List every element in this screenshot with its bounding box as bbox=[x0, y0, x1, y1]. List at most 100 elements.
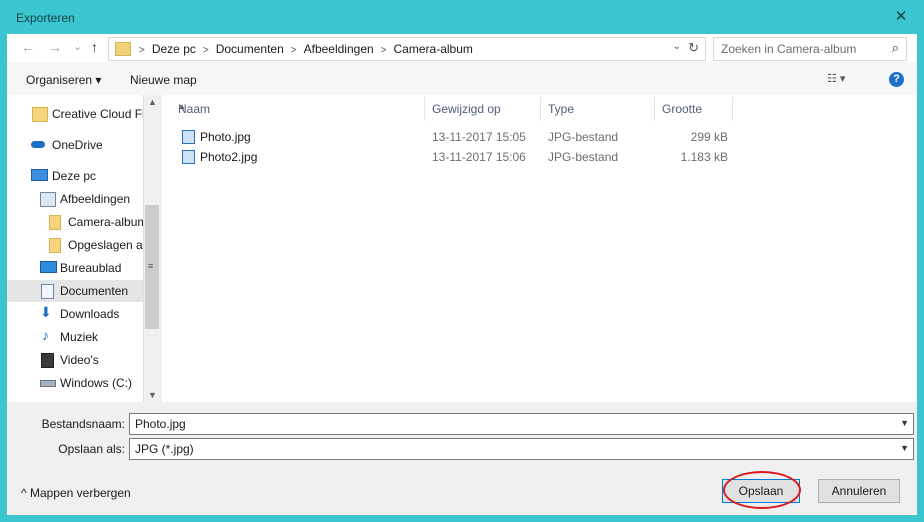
nav-item-label: Creative Cloud Fil bbox=[52, 107, 143, 121]
creative-cloud-icon bbox=[32, 107, 48, 122]
nav-item-creative-cloud[interactable]: Creative Cloud Fil bbox=[7, 103, 143, 125]
chevron-down-icon[interactable]: ▼ bbox=[900, 418, 909, 428]
image-file-icon bbox=[182, 150, 195, 164]
forward-icon[interactable]: → bbox=[48, 39, 62, 55]
folder-icon bbox=[49, 215, 61, 230]
sort-ascending-icon: ▲ bbox=[178, 102, 186, 111]
file-size: 1.183 kB bbox=[680, 150, 728, 164]
nav-item-documents[interactable]: Documenten bbox=[7, 280, 143, 302]
file-type: JPG-bestand bbox=[548, 130, 619, 144]
nav-item-label: Windows (C:) bbox=[60, 376, 133, 390]
nav-item-pictures[interactable]: Afbeeldingen bbox=[7, 188, 143, 210]
breadcrumb-separator-icon: > bbox=[139, 45, 145, 56]
search-placeholder: Zoeken in Camera-album bbox=[721, 42, 857, 56]
file-modified: 13-11-2017 15:06 bbox=[432, 150, 526, 164]
nav-item-onedrive[interactable]: OneDrive bbox=[7, 134, 143, 156]
file-modified: 13-11-2017 15:05 bbox=[432, 130, 526, 144]
file-size: 299 kB bbox=[690, 130, 728, 144]
filename-value: Photo.jpg bbox=[135, 417, 186, 431]
nav-item-saved-pictures[interactable]: Opgeslagen afl bbox=[7, 234, 143, 256]
chevron-down-icon[interactable]: ▼ bbox=[900, 443, 909, 453]
scrollbar-thumb[interactable]: ≡ bbox=[145, 205, 159, 329]
recent-locations-icon[interactable]: ⌄ bbox=[73, 40, 82, 53]
file-list: Naam ▲ Gewijzigd op Type Grootte Photo.j… bbox=[162, 95, 917, 402]
back-icon[interactable]: ← bbox=[21, 39, 35, 55]
breadcrumb-item[interactable]: Afbeeldingen bbox=[304, 42, 374, 56]
nav-item-desktop[interactable]: Bureaublad bbox=[7, 257, 143, 279]
nav-item-this-pc[interactable]: Deze pc bbox=[7, 165, 143, 187]
breadcrumb-item[interactable]: Deze pc bbox=[152, 42, 196, 56]
downloads-icon: ⬇ bbox=[40, 304, 52, 320]
search-icon: ⌕ bbox=[891, 40, 899, 55]
up-folder-icon[interactable]: ↑ bbox=[91, 39, 98, 55]
column-header-type[interactable]: Type bbox=[540, 97, 655, 121]
file-row[interactable]: Photo2.jpg 13-11-2017 15:06 JPG-bestand … bbox=[176, 147, 736, 167]
breadcrumb-item[interactable]: Camera-album bbox=[394, 42, 473, 56]
view-options-icon[interactable]: ☷ ▾ bbox=[827, 72, 845, 85]
breadcrumb-separator-icon[interactable]: > bbox=[381, 45, 387, 56]
nav-item-label: Deze pc bbox=[52, 169, 97, 183]
scroll-up-icon[interactable]: ▲ bbox=[148, 97, 157, 107]
music-icon: ♪ bbox=[42, 327, 49, 343]
breadcrumb: > Deze pc > Documenten > Afbeeldingen > Camera-… bbox=[139, 42, 473, 56]
documents-icon bbox=[41, 284, 54, 299]
nav-item-label: Bureaublad bbox=[60, 261, 122, 275]
nav-item-label: Downloads bbox=[60, 307, 120, 321]
column-header-label: Type bbox=[548, 102, 575, 116]
save-type-label: Opslaan als: bbox=[58, 442, 125, 456]
command-bar: Organiseren ▾ Nieuwe map ☷ ▾ ? bbox=[7, 62, 917, 95]
dialog-body: ← → ⌄ ↑ > Deze pc > Documenten > Afbeeldingen… bbox=[7, 34, 917, 515]
folder-icon bbox=[49, 238, 61, 253]
file-type: JPG-bestand bbox=[548, 150, 619, 164]
navigation-pane: Creative Cloud Fil OneDrive Deze pc Afbe… bbox=[7, 95, 161, 402]
onedrive-icon bbox=[31, 141, 45, 148]
new-folder-button[interactable]: Nieuwe map bbox=[130, 73, 197, 87]
refresh-icon[interactable]: ↻ bbox=[688, 40, 699, 56]
file-name: Photo2.jpg bbox=[200, 150, 258, 164]
organize-button[interactable]: Organiseren ▾ bbox=[26, 73, 101, 87]
file-name: Photo.jpg bbox=[200, 130, 251, 144]
grip-icon: ≡ bbox=[148, 261, 154, 271]
nav-item-camera-album[interactable]: Camera-album bbox=[7, 211, 143, 233]
address-bar[interactable]: > Deze pc > Documenten > Afbeeldingen > Camera-… bbox=[108, 37, 706, 61]
save-type-select[interactable]: JPG (*.jpg) ▼ bbox=[129, 438, 914, 460]
drive-icon bbox=[40, 380, 56, 387]
nav-item-videos[interactable]: Video's bbox=[7, 349, 143, 371]
cancel-button[interactable]: Annuleren bbox=[818, 479, 900, 503]
nav-item-label: Opgeslagen afl bbox=[68, 238, 143, 252]
column-header-label: Grootte bbox=[662, 102, 703, 116]
help-icon[interactable]: ? bbox=[889, 72, 904, 87]
scroll-down-icon[interactable]: ▼ bbox=[148, 390, 157, 400]
column-header-label: Gewijzigd op bbox=[432, 102, 501, 116]
save-type-value: JPG (*.jpg) bbox=[135, 442, 194, 456]
column-header-size[interactable]: Grootte bbox=[654, 97, 733, 121]
nav-item-downloads[interactable]: ⬇ Downloads bbox=[7, 303, 143, 325]
address-dropdown-icon[interactable]: ⌄ bbox=[673, 41, 681, 52]
highlight-circle bbox=[723, 471, 801, 509]
nav-item-label: Documenten bbox=[60, 284, 129, 298]
nav-item-label: Afbeeldingen bbox=[60, 192, 131, 206]
image-file-icon bbox=[182, 130, 195, 144]
column-header-modified[interactable]: Gewijzigd op bbox=[424, 97, 541, 121]
breadcrumb-item[interactable]: Documenten bbox=[216, 42, 284, 56]
nav-item-label: Muziek bbox=[60, 330, 99, 344]
breadcrumb-separator-icon[interactable]: > bbox=[291, 45, 297, 56]
nav-item-label: OneDrive bbox=[52, 138, 103, 152]
computer-icon bbox=[31, 169, 48, 181]
nav-item-drive-c[interactable]: Windows (C:) bbox=[7, 372, 143, 394]
breadcrumb-separator-icon[interactable]: > bbox=[203, 45, 209, 56]
nav-item-music[interactable]: ♪ Muziek bbox=[7, 326, 143, 348]
filename-input[interactable]: Photo.jpg ▼ bbox=[129, 413, 914, 435]
title-bar[interactable]: Exporteren ✕ bbox=[0, 0, 924, 34]
file-row[interactable]: Photo.jpg 13-11-2017 15:05 JPG-bestand 2… bbox=[176, 127, 736, 147]
column-header-name[interactable]: Naam ▲ bbox=[170, 97, 425, 121]
pictures-icon bbox=[40, 192, 56, 207]
hide-folders-toggle[interactable]: ^ Mappen verbergen bbox=[21, 486, 131, 500]
nav-scrollbar[interactable]: ▲ ≡ ▼ bbox=[143, 95, 161, 402]
address-row: ← → ⌄ ↑ > Deze pc > Documenten > Afbeeldingen… bbox=[7, 34, 917, 62]
folder-icon bbox=[115, 42, 131, 56]
videos-icon bbox=[41, 353, 54, 368]
close-button[interactable]: ✕ bbox=[878, 0, 924, 34]
window-title: Exporteren bbox=[16, 11, 75, 25]
search-input[interactable]: Zoeken in Camera-album ⌕ bbox=[713, 37, 907, 61]
